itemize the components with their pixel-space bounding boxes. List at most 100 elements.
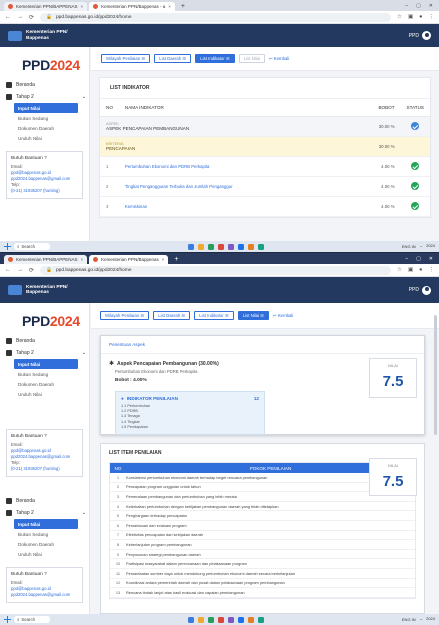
- filter-wilayah-button[interactable]: Wilayah Penilaian ☰: [101, 54, 151, 63]
- browser-tab[interactable]: Kementerian PPN/BAPPENAS ×: [4, 255, 88, 264]
- reload-icon[interactable]: ⟳: [29, 267, 34, 274]
- app-icon[interactable]: [247, 616, 254, 623]
- sidebar-item-dokumen-daerah[interactable]: Dokumen Daerah: [14, 379, 89, 389]
- taskbar-search[interactable]: ⌕ Search: [14, 616, 50, 623]
- close-window-icon[interactable]: ✕: [429, 256, 433, 262]
- table-row[interactable]: 5 Penghargaan terhadap pencapaian: [110, 511, 415, 521]
- close-icon[interactable]: ×: [81, 257, 84, 262]
- new-tab-icon[interactable]: +: [170, 255, 182, 264]
- sidebar-item-dokumen-daerah[interactable]: Dokumen Daerah: [14, 123, 89, 133]
- menu-icon[interactable]: ⋮: [429, 14, 435, 20]
- app-icon[interactable]: [187, 616, 194, 623]
- browser-tab[interactable]: Kementerian PPN/BAPPENAS ×: [4, 2, 88, 11]
- app-icon[interactable]: [217, 243, 224, 250]
- table-row[interactable]: 1 Pertumbuhan Ekonomi dan PDRB Perkapita…: [100, 156, 430, 177]
- taskbar-search[interactable]: ⌕ Search: [14, 243, 50, 250]
- help-phone-link[interactable]: (0-21) 31936207 (hunting): [11, 188, 60, 193]
- brand[interactable]: Kementerian PPN/Bappenas: [8, 285, 68, 296]
- sidebar-item-beranda[interactable]: Beranda: [6, 495, 89, 507]
- table-row[interactable]: 13 Rencana tindak lanjut atas hasil evalu…: [110, 588, 415, 598]
- clock[interactable]: 2024: [426, 617, 435, 622]
- url-input[interactable]: 🔒 ppd.bappenas.go.id/ppd2024/home: [40, 265, 392, 275]
- indikator-link[interactable]: Tingkat Pengangguran Terbuka dan Jumlah …: [118, 176, 351, 197]
- app-icon[interactable]: [217, 616, 224, 623]
- table-row[interactable]: 10 Partisipasi masyarakat dalam perencana…: [110, 559, 415, 569]
- profile-icon[interactable]: ●: [419, 267, 422, 273]
- profile-icon[interactable]: ●: [419, 14, 422, 20]
- sidebar-item-unduh-nilai[interactable]: Unduh Nilai: [14, 133, 89, 143]
- new-tab-icon[interactable]: +: [177, 2, 189, 11]
- help-email-link[interactable]: ppd2024.bappenas@gmail.com: [11, 176, 70, 181]
- app-icon[interactable]: [197, 243, 204, 250]
- forward-icon[interactable]: →: [17, 14, 23, 20]
- table-row[interactable]: 2 Tingkat Pengangguran Terbuka dan Jumla…: [100, 176, 430, 197]
- scrollbar[interactable]: [434, 315, 437, 435]
- filter-daerah-button[interactable]: List Daerah ☰: [153, 311, 191, 320]
- filter-wilayah-button[interactable]: Wilayah Penilaian ☰: [100, 311, 150, 320]
- sidebar-item-beranda[interactable]: Beranda: [6, 335, 89, 347]
- close-window-icon[interactable]: ✕: [429, 3, 433, 9]
- back-link[interactable]: ↩ Kembali: [269, 56, 289, 62]
- wifi-icon[interactable]: ◔: [420, 244, 422, 249]
- app-icon[interactable]: [247, 243, 254, 250]
- back-icon[interactable]: ←: [5, 14, 11, 20]
- sidebar-item-bukan-sedang[interactable]: Bukan Sedang: [14, 369, 89, 379]
- filter-nilai-button[interactable]: List Nilai: [238, 54, 265, 63]
- clock[interactable]: 2024: [426, 244, 435, 249]
- extensions-icon[interactable]: ▣: [408, 14, 413, 20]
- user-menu[interactable]: PPD: [409, 285, 431, 295]
- windows-start-icon[interactable]: [4, 243, 11, 250]
- table-row[interactable]: 9 Penyusunan strategi pembangunan daerah: [110, 550, 415, 560]
- help-email-link[interactable]: ppd@bappenas.go.id: [11, 586, 51, 591]
- sidebar-item-input-nilai[interactable]: Input Nilai: [14, 359, 78, 369]
- table-row[interactable]: 8 Keberlanjutan program pembangunan: [110, 540, 415, 550]
- sidebar-item-input-nilai[interactable]: Input Nilai: [14, 519, 78, 529]
- help-email-link[interactable]: ppd2024.bappenas@gmail.com: [11, 454, 70, 459]
- wifi-icon[interactable]: ◔: [420, 617, 422, 622]
- close-icon[interactable]: ×: [81, 4, 84, 9]
- filter-daerah-button[interactable]: List Daerah ☰: [154, 54, 192, 63]
- sidebar-item-tahap[interactable]: Tahap 2 ⌄: [6, 91, 89, 103]
- help-email-link[interactable]: ppd@bappenas.go.id: [11, 448, 51, 453]
- app-icon[interactable]: [257, 616, 264, 623]
- sidebar-item-beranda[interactable]: Beranda: [6, 79, 89, 91]
- table-row[interactable]: 3 Kemiskinan 4.00 %: [100, 196, 430, 217]
- url-input[interactable]: 🔒 ppd.bappenas.go.id/ppd2024/home: [40, 12, 392, 22]
- back-link[interactable]: ↩ Kembali: [273, 313, 293, 319]
- sidebar-item-unduh-nilai[interactable]: Unduh Nilai: [14, 389, 89, 399]
- forward-icon[interactable]: →: [17, 267, 23, 273]
- help-phone-link[interactable]: (0-21) 31936207 (hunting): [11, 466, 60, 471]
- sidebar-item-bukan-sedang[interactable]: Bukan Sedang: [14, 529, 89, 539]
- chrome-icon[interactable]: [237, 243, 244, 250]
- browser-tab-active[interactable]: Kementerian PPN/Bappenas ×: [89, 255, 169, 264]
- table-row[interactable]: 12 Koordinasi antara pemerintah daerah da…: [110, 579, 415, 589]
- indikator-link[interactable]: Kemiskinan: [118, 196, 351, 217]
- sidebar-item-dokumen-daerah[interactable]: Dokumen Daerah: [14, 539, 89, 549]
- menu-icon[interactable]: ⋮: [429, 267, 435, 273]
- indikator-link[interactable]: Pertumbuhan Ekonomi dan PDRB Perkapita: [118, 156, 351, 177]
- filter-indikator-button[interactable]: List Indikator ☰: [195, 54, 235, 63]
- sidebar-item-bukan-sedang[interactable]: Bukan Sedang: [14, 113, 89, 123]
- app-icon[interactable]: [227, 243, 234, 250]
- brand[interactable]: Kementerian PPN/Bappenas: [8, 30, 68, 41]
- sidebar-item-tahap[interactable]: Tahap 2 ⌄: [6, 347, 89, 359]
- filter-nilai-button[interactable]: List Nilai ☰: [237, 311, 270, 320]
- table-row[interactable]: 7 Efektivitas pencapaian dari kebijakan d…: [110, 531, 415, 541]
- minimize-icon[interactable]: –: [405, 3, 408, 9]
- table-row[interactable]: 11 Pemanfaatan sumber daya untuk mendukun…: [110, 569, 415, 579]
- maximize-icon[interactable]: ▢: [416, 256, 421, 262]
- app-icon[interactable]: [187, 243, 194, 250]
- table-row[interactable]: 6 Pemantauan dan evaluasi program: [110, 521, 415, 531]
- chrome-icon[interactable]: [237, 616, 244, 623]
- app-icon[interactable]: [207, 616, 214, 623]
- user-menu[interactable]: PPD: [409, 31, 431, 40]
- app-icon[interactable]: [207, 243, 214, 250]
- sidebar-item-input-nilai[interactable]: Input Nilai: [14, 103, 78, 113]
- help-email-link[interactable]: ppd@bappenas.go.id: [11, 170, 51, 175]
- help-email-link[interactable]: ppd2024.bappenas@gmail.com: [11, 592, 70, 597]
- app-icon[interactable]: [257, 243, 264, 250]
- filter-indikator-button[interactable]: List Indikator ☰: [194, 311, 234, 320]
- app-icon[interactable]: [197, 616, 204, 623]
- app-icon[interactable]: [227, 616, 234, 623]
- extensions-icon[interactable]: ▣: [408, 267, 413, 273]
